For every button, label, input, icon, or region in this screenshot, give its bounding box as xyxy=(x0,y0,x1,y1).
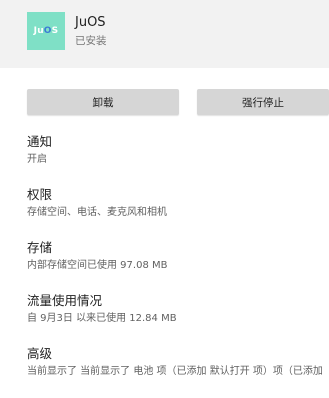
permissions-summary: 存储空间、电话、麦克风和相机 xyxy=(27,207,167,218)
settings-item-notifications[interactable]: 通知 开启 xyxy=(27,134,329,167)
app-icon-text-o: O xyxy=(43,26,52,36)
permissions-title: 权限 xyxy=(27,187,53,202)
settings-item-advanced[interactable]: 高级 当前显示了 当前显示了 电池 项（已添加 默认打开 项）项（已添加 xyxy=(27,346,329,379)
settings-item-permissions[interactable]: 权限 存储空间、电话、麦克风和相机 xyxy=(27,187,329,220)
settings-item-storage[interactable]: 存储 内部存储空间已使用 97.08 MB xyxy=(27,240,329,273)
app-install-status: 已安装 xyxy=(75,35,107,47)
notifications-title: 通知 xyxy=(27,134,53,149)
uninstall-button[interactable]: 卸载 xyxy=(27,89,179,115)
storage-summary: 内部存储空间已使用 97.08 MB xyxy=(27,260,168,271)
storage-title: 存储 xyxy=(27,240,53,255)
app-icon-text-right: S xyxy=(51,26,59,36)
app-icon-text-left: Ju xyxy=(33,26,44,36)
advanced-title: 高级 xyxy=(27,346,53,361)
force-stop-button[interactable]: 强行停止 xyxy=(197,89,329,115)
data-usage-summary: 自 9月3日 以来已使用 12.84 MB xyxy=(27,313,177,324)
notifications-summary: 开启 xyxy=(27,154,47,165)
data-usage-title: 流量使用情况 xyxy=(27,293,103,308)
app-header: Ju O S JuOS 已安装 xyxy=(0,0,329,68)
app-name: JuOS xyxy=(75,15,106,30)
advanced-summary: 当前显示了 当前显示了 电池 项（已添加 默认打开 项）项（已添加 xyxy=(27,366,323,377)
app-icon: Ju O S xyxy=(27,12,65,50)
settings-item-data-usage[interactable]: 流量使用情况 自 9月3日 以来已使用 12.84 MB xyxy=(27,293,329,326)
